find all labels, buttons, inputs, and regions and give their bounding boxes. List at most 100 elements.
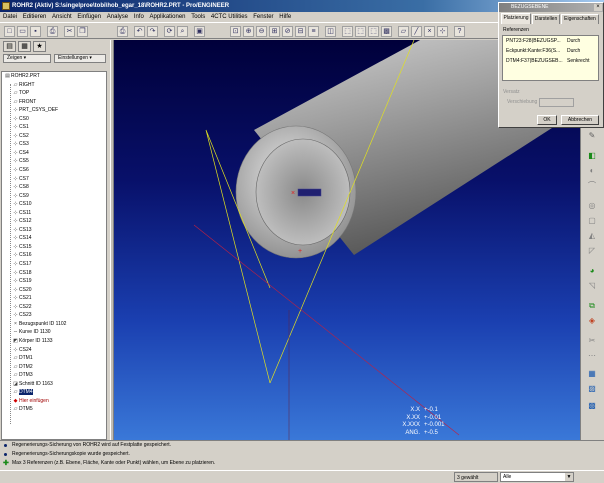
hole-tool-icon[interactable]: ◎ [586, 200, 598, 211]
no-hidden-icon[interactable]: ⬚ [368, 26, 379, 37]
tree-item[interactable]: ⊹CS19 [2, 277, 106, 286]
model-tree[interactable]: ▤ROHR2.PRT ▱ RIGHT ▱ TOP ▱ FRONT ⊹PRT_CSYS_DEF ⊹… [1, 71, 107, 440]
tree-item[interactable]: ⊹CS24 [2, 346, 106, 355]
saved-views-icon[interactable]: ⊟ [295, 26, 306, 37]
tree-item[interactable]: ⊹CS5 [2, 157, 106, 166]
tree-item[interactable]: ⊹CS2 [2, 132, 106, 141]
tree-item[interactable]: ▱ DTM1 [2, 354, 106, 363]
tree-item[interactable]: ⊹CS4 [2, 149, 106, 158]
reference-row[interactable]: DTM4:F37(BEZUGSEB... Senkrecht [503, 56, 598, 66]
redo-icon[interactable]: ↷ [147, 26, 158, 37]
tree-item[interactable]: ▱ DTM2 [2, 363, 106, 372]
tree-item[interactable]: ▱ TOP [2, 89, 106, 98]
tree-item[interactable]: ⊹CS3 [2, 140, 106, 149]
tree-item[interactable]: ▱ DTM3 [2, 371, 106, 380]
menu-hilfe[interactable]: Hilfe [279, 14, 291, 20]
tree-item[interactable]: ⊹PRT_CSYS_DEF [2, 106, 106, 115]
round-tool-icon[interactable]: ◕ [586, 265, 598, 276]
reference-row[interactable]: PNT23:F28(BEZUGSP... Durch [503, 36, 598, 46]
tree-item[interactable]: ⊹CS9 [2, 192, 106, 201]
folder-tab-icon[interactable]: ▦ [18, 41, 31, 52]
ok-button[interactable]: OK [537, 115, 557, 125]
tree-item[interactable]: ⊹CS17 [2, 260, 106, 269]
menu-ansicht[interactable]: Ansicht [52, 14, 72, 20]
tree-item[interactable]: ⊹CS23 [2, 311, 106, 320]
tree-item[interactable]: ▱ FRONT [2, 98, 106, 107]
datum-planes-icon[interactable]: ▱ [398, 26, 409, 37]
tree-item[interactable]: ⊹CS8 [2, 183, 106, 192]
tree-item[interactable]: ▤ROHR2.PRT [2, 72, 106, 81]
tab-display[interactable]: Darstellen [532, 14, 560, 24]
shading-icon[interactable]: ▩ [381, 26, 392, 37]
repaint-icon[interactable]: ⊡ [230, 26, 241, 37]
regenerate-icon[interactable]: ⟳ [164, 26, 175, 37]
sweep-tool-icon[interactable]: ⌒ [586, 180, 598, 191]
trim-tool-icon[interactable]: ✂ [586, 335, 598, 346]
refit-icon[interactable]: ⊞ [269, 26, 280, 37]
selection-filter[interactable]: Alle ▼ [500, 472, 574, 482]
tree-item[interactable]: ⊹CS6 [2, 166, 106, 175]
menu-analyse[interactable]: Analyse [107, 14, 128, 20]
show-dropdown[interactable]: Zeigen ▾ [3, 54, 51, 63]
tree-item[interactable]: ⊹CS11 [2, 209, 106, 218]
point-symbols-icon[interactable]: × [424, 26, 435, 37]
solidify-tool-icon[interactable]: ▩ [586, 400, 598, 411]
shell-tool-icon[interactable]: ▢ [586, 215, 598, 226]
hidden-line-icon[interactable]: ⬚ [355, 26, 366, 37]
reference-row[interactable]: Eckpunkt:Kante:F36(S... Durch [503, 46, 598, 56]
tab-placement[interactable]: Platzierung [501, 13, 531, 24]
shift-value-field[interactable] [539, 98, 574, 107]
tree-item[interactable]: ⊹CS10 [2, 200, 106, 209]
menu-einfuegen[interactable]: Einfügen [77, 14, 101, 20]
tree-item[interactable]: ⊹CS13 [2, 226, 106, 235]
copy-icon[interactable]: ❐ [77, 26, 88, 37]
close-icon[interactable]: × [594, 4, 602, 11]
tree-item[interactable]: ∼Kurve ID 1130 [2, 328, 106, 337]
chamfer-tool-icon[interactable]: ◹ [586, 280, 598, 291]
wireframe-icon[interactable]: ⬚ [342, 26, 353, 37]
undo-icon[interactable]: ↶ [134, 26, 145, 37]
menu-tools[interactable]: Tools [191, 14, 205, 20]
layers-icon[interactable]: ≡ [308, 26, 319, 37]
window-icon[interactable]: ▣ [194, 26, 205, 37]
tree-item[interactable]: ◪Schnitt ID 1163 [2, 380, 106, 389]
datum-axes-icon[interactable]: ╱ [411, 26, 422, 37]
view-manager-icon[interactable]: ◫ [325, 26, 336, 37]
cancel-button[interactable]: Abbrechen [561, 115, 599, 125]
tab-properties[interactable]: Eigenschaften [561, 14, 599, 24]
open-file-icon[interactable]: ▭ [17, 26, 28, 37]
csys-icon[interactable]: ⊹ [437, 26, 448, 37]
tree-item[interactable]: ◩Körper ID 1133 [2, 337, 106, 346]
tree-item[interactable]: ▱ DTM5 [2, 405, 106, 414]
tree-item[interactable]: ⊹CS22 [2, 303, 106, 312]
tree-item[interactable]: ⊹CS15 [2, 243, 106, 252]
tree-item[interactable]: ⊹CS7 [2, 175, 106, 184]
menu-info[interactable]: Info [134, 14, 144, 20]
menu-applikationen[interactable]: Applikationen [149, 14, 185, 20]
tree-item[interactable]: ⊹CS18 [2, 269, 106, 278]
sketch-tool-icon[interactable]: ✎ [586, 130, 598, 141]
merge-tool-icon[interactable]: ◈ [586, 315, 598, 326]
extrude-tool-icon[interactable]: ◧ [586, 150, 598, 161]
tree-item[interactable]: ◆ Hier einfügen [2, 397, 106, 406]
tree-item[interactable]: × Bezugspunkt ID 1102 [2, 320, 106, 329]
printer-icon[interactable]: ⎙ [117, 26, 128, 37]
orient-icon[interactable]: ⊘ [282, 26, 293, 37]
pattern-tool-icon[interactable]: ⋯ [586, 350, 598, 361]
tree-item[interactable]: ⊹CS16 [2, 251, 106, 260]
references-list[interactable]: PNT23:F28(BEZUGSP... Durch Eckpunkt:Kante… [502, 35, 599, 81]
menu-4ctc-utilities[interactable]: 4CTC Utilities [211, 14, 248, 20]
menu-datei[interactable]: Datei [3, 14, 17, 20]
zoom-out-icon[interactable]: ⊖ [256, 26, 267, 37]
model-tree-tab-icon[interactable]: ▤ [3, 41, 16, 52]
menu-fenster[interactable]: Fenster [253, 14, 273, 20]
rib-tool-icon[interactable]: ◭ [586, 230, 598, 241]
new-file-icon[interactable]: □ [4, 26, 15, 37]
find-icon[interactable]: ⌕ [177, 26, 188, 37]
save-icon[interactable]: ▪ [30, 26, 41, 37]
tree-item[interactable]: ⊹CS21 [2, 294, 106, 303]
mirror-tool-icon[interactable]: ⧉ [586, 300, 598, 311]
tree-item[interactable]: ▱ RIGHT [2, 81, 106, 90]
tree-item[interactable]: ⊹CS20 [2, 286, 106, 295]
zoom-in-icon[interactable]: ⊕ [243, 26, 254, 37]
